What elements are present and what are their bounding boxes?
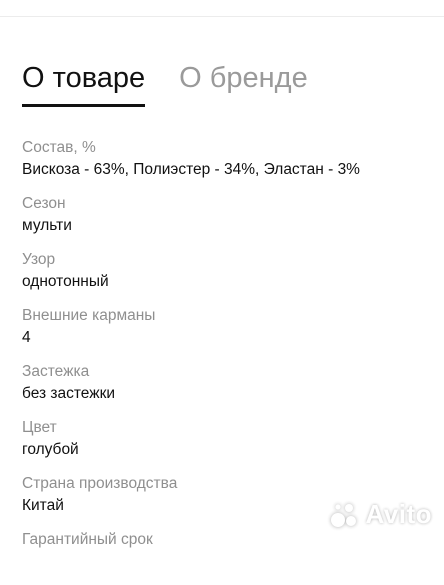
- tab-about-product[interactable]: О товаре: [22, 58, 146, 107]
- avito-logo-icon: [331, 503, 357, 527]
- spec-value: мульти: [22, 217, 72, 234]
- spec-label: Состав, %: [22, 139, 96, 156]
- spec-season: Сезон мульти: [22, 193, 432, 249]
- spec-value: однотонный: [22, 273, 109, 290]
- spec-label: Сезон: [22, 195, 66, 212]
- spec-warranty: Гарантийный срок: [22, 529, 432, 585]
- tab-bar: О товаре О бренде: [22, 58, 342, 107]
- spec-label: Внешние карманы: [22, 307, 156, 324]
- tab-about-brand[interactable]: О бренде: [179, 58, 308, 107]
- spec-value: Вискоза - 63%, Полиэстер - 34%, Эластан …: [22, 161, 360, 178]
- spec-label: Цвет: [22, 419, 57, 436]
- spec-value: без застежки: [22, 385, 116, 402]
- spec-label: Застежка: [22, 363, 90, 380]
- spec-color: Цвет голубой: [22, 417, 432, 473]
- spec-value: голубой: [22, 441, 79, 458]
- spec-label: Гарантийный срок: [22, 531, 153, 548]
- avito-watermark: Avito: [329, 499, 432, 530]
- spec-value: 4: [22, 329, 31, 346]
- spec-label: Узор: [22, 251, 56, 268]
- spec-composition: Состав, % Вискоза - 63%, Полиэстер - 34%…: [22, 137, 432, 193]
- spec-pattern: Узор однотонный: [22, 249, 432, 305]
- spec-outer-pockets: Внешние карманы 4: [22, 305, 432, 361]
- top-divider: [0, 0, 444, 17]
- watermark-text: Avito: [365, 499, 432, 529]
- spec-label: Страна производства: [22, 475, 178, 492]
- spec-fastener: Застежка без застежки: [22, 361, 432, 417]
